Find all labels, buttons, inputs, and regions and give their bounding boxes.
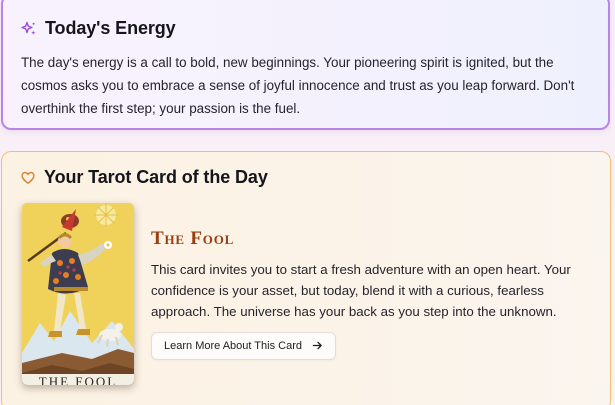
- tarot-card-header: Your Tarot Card of the Day: [20, 167, 268, 188]
- learn-more-button-label: Learn More About This Card: [164, 340, 302, 352]
- tarot-card: Your Tarot Card of the Day THE FOOL The …: [1, 151, 611, 405]
- tarot-card-caption: THE FOOL: [22, 374, 134, 385]
- energy-card-header: Today's Energy: [21, 18, 176, 39]
- page: Today's Energy The day's energy is a cal…: [0, 0, 615, 405]
- tarot-card-description: This card invites you to start a fresh a…: [151, 262, 571, 319]
- learn-more-button[interactable]: Learn More About This Card: [151, 332, 336, 360]
- tarot-title: Your Tarot Card of the Day: [44, 167, 268, 187]
- energy-text: The day's energy is a call to bold, new …: [21, 55, 575, 116]
- tarot-card-name: The Fool: [151, 228, 235, 249]
- sparkles-icon: [21, 21, 37, 37]
- heart-icon: [20, 170, 36, 186]
- energy-title: Today's Energy: [45, 18, 176, 38]
- tarot-card-image: THE FOOL: [22, 203, 134, 385]
- arrow-right-icon: [312, 340, 323, 353]
- energy-card: Today's Energy The day's energy is a cal…: [1, 0, 610, 130]
